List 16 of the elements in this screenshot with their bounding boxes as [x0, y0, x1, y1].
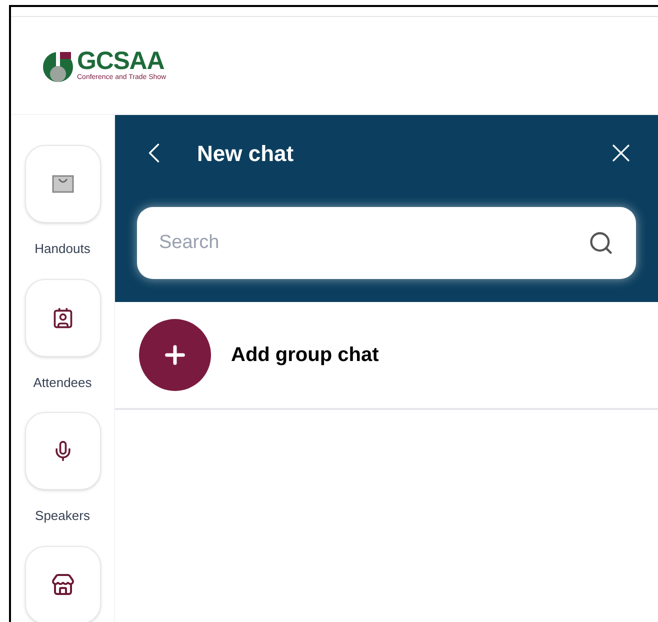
bag-icon	[52, 175, 74, 193]
sidebar-tile[interactable]	[24, 412, 100, 490]
search-icon	[588, 230, 614, 256]
logo-wordmark: GCSAA	[77, 48, 164, 74]
sidebar-label: Attendees	[33, 374, 92, 392]
sidebar-tile[interactable]	[24, 546, 100, 622]
id-badge-icon	[52, 306, 74, 328]
search-field[interactable]: Search	[159, 228, 588, 258]
sidebar-label: Speakers	[35, 507, 90, 525]
sidebar-tile[interactable]	[24, 278, 100, 356]
sidebar-tile[interactable]	[24, 145, 100, 223]
search-bar[interactable]: Search	[137, 207, 636, 279]
add-group-label[interactable]: Add group chat	[231, 340, 379, 370]
store-icon	[50, 572, 74, 596]
chat-title: New chat	[197, 140, 295, 168]
sidebar-label: Handouts	[34, 240, 90, 258]
